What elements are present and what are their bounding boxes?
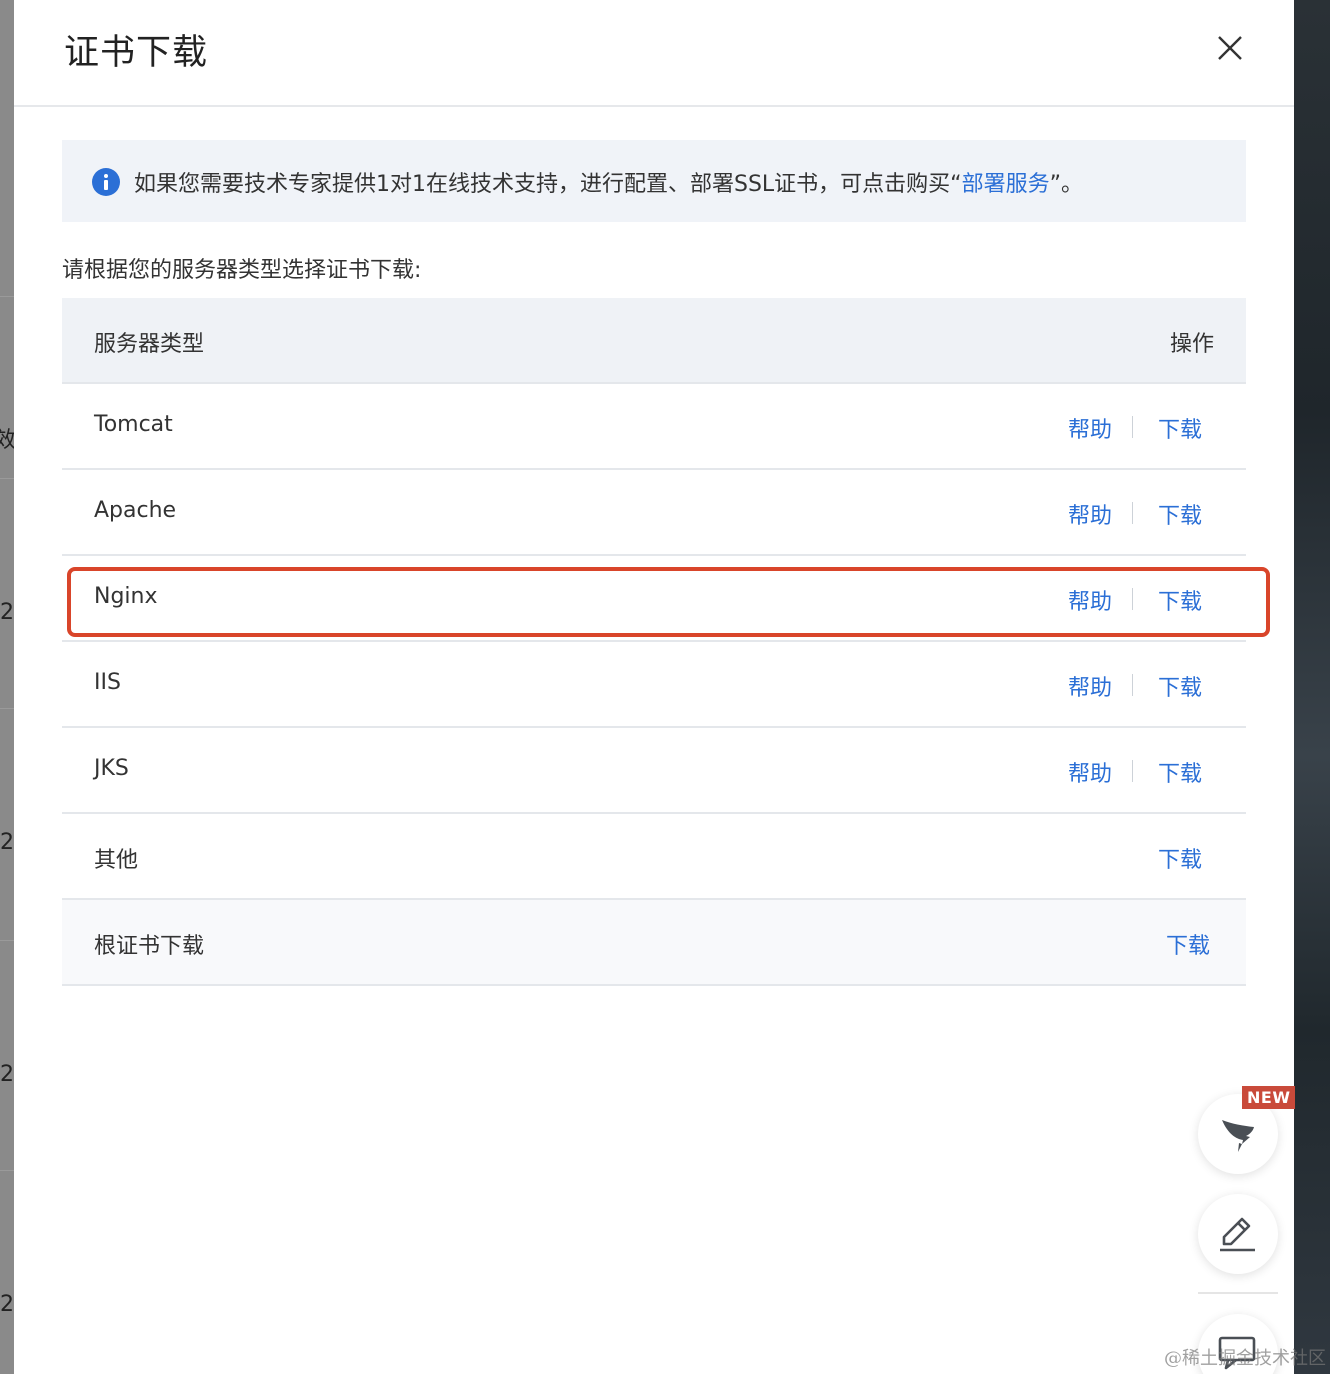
help-link[interactable]: 帮助 (1068, 756, 1112, 788)
server-name: JKS (94, 756, 129, 781)
link-separator (1132, 760, 1133, 782)
new-badge: NEW (1242, 1086, 1296, 1109)
table-row-jks: JKS 帮助 下载 (62, 728, 1246, 814)
bg-text-fragment: 2 (0, 1062, 14, 1087)
table-header: 服务器类型 操作 (62, 298, 1246, 384)
server-name: Apache (94, 498, 177, 523)
download-link[interactable]: 下载 (1158, 498, 1202, 530)
watermark: @稀土掘金技术社区 (1164, 1348, 1326, 1369)
server-name: 其他 (94, 848, 139, 873)
notice-text-before: 如果您需要技术专家提供1对1在线技术支持，进行配置、部署SSL证书，可点击购买“ (134, 172, 962, 197)
table-row-other: 其他 下载 (62, 814, 1246, 900)
table-row-tomcat: Tomcat 帮助 下载 (62, 384, 1246, 470)
bg-divider (0, 478, 14, 479)
bg-divider (0, 296, 14, 297)
server-name: IIS (94, 670, 121, 695)
download-link[interactable]: 下载 (1158, 584, 1202, 616)
bg-text-fragment: 2 (0, 830, 14, 855)
bg-divider (0, 940, 14, 941)
table-row-iis: IIS 帮助 下载 (62, 642, 1246, 728)
server-name: 根证书下载 (94, 934, 205, 959)
column-header-server-type: 服务器类型 (94, 332, 205, 357)
table-row-apache: Apache 帮助 下载 (62, 470, 1246, 556)
bg-text-fragment: 2 (0, 1292, 14, 1317)
dialog-title: 证书下载 (64, 33, 209, 73)
download-link[interactable]: 下载 (1158, 670, 1202, 702)
bg-text-fragment: 2 (0, 600, 14, 625)
help-link[interactable]: 帮助 (1068, 670, 1112, 702)
help-link[interactable]: 帮助 (1068, 584, 1112, 616)
instruction-text: 请根据您的服务器类型选择证书下载: (62, 258, 422, 283)
edit-icon (1220, 1217, 1255, 1252)
dialog-header: 证书下载 (14, 0, 1294, 107)
info-notice: 如果您需要技术专家提供1对1在线技术支持，进行配置、部署SSL证书，可点击购买“… (62, 140, 1246, 222)
close-icon (1218, 36, 1242, 60)
edit-button[interactable] (1198, 1194, 1278, 1274)
help-link[interactable]: 帮助 (1068, 498, 1112, 530)
download-link[interactable]: 下载 (1158, 842, 1202, 874)
download-link[interactable]: 下载 (1166, 928, 1210, 960)
bg-divider (0, 1170, 14, 1171)
help-link[interactable]: 帮助 (1068, 412, 1112, 444)
column-header-action: 操作 (1169, 332, 1214, 357)
bg-divider (0, 708, 14, 709)
link-separator (1132, 674, 1133, 696)
background-page: 效 2 2 2 2 (0, 0, 16, 1374)
info-icon (92, 168, 120, 196)
background-image-strip (1294, 0, 1330, 1374)
close-button[interactable] (1212, 30, 1248, 66)
table-row-nginx: Nginx 帮助 下载 (62, 556, 1246, 642)
link-separator (1132, 416, 1133, 438)
float-divider (1198, 1292, 1278, 1294)
download-link[interactable]: 下载 (1158, 756, 1202, 788)
server-name: Nginx (94, 584, 158, 609)
deploy-service-link[interactable]: 部署服务 (962, 172, 1050, 197)
table-row-root-certificate: 根证书下载 下载 (62, 900, 1246, 986)
notice-text-after: ”。 (1049, 172, 1084, 197)
link-separator (1132, 588, 1133, 610)
download-link[interactable]: 下载 (1158, 412, 1202, 444)
server-type-table: 服务器类型 操作 Tomcat 帮助 下载 Apache 帮助 下载 Nginx… (62, 298, 1246, 986)
certificate-download-dialog: 证书下载 如果您需要技术专家提供1对1在线技术支持，进行配置、部署SSL证书，可… (14, 0, 1294, 1374)
link-separator (1132, 502, 1133, 524)
notice-text: 如果您需要技术专家提供1对1在线技术支持，进行配置、部署SSL证书，可点击购买“… (134, 166, 1083, 198)
server-name: Tomcat (94, 412, 173, 437)
